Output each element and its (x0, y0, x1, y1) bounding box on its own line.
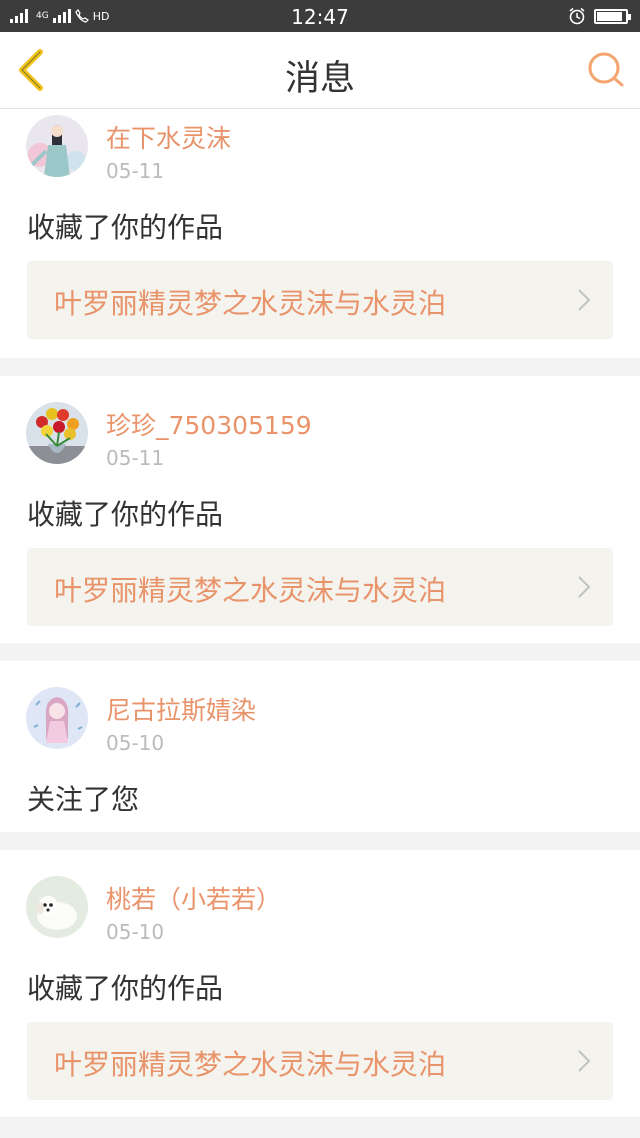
chevron-right-icon (578, 1050, 591, 1072)
battery-level (597, 11, 623, 21)
work-title: 叶罗丽精灵梦之水灵沫与水灵泊 (54, 1048, 447, 1081)
timestamp: 05-11 (106, 446, 165, 470)
username[interactable]: 桃若（小若若） (106, 880, 281, 916)
action-text: 收藏了你的作品 (27, 211, 224, 244)
chevron-right-icon (578, 289, 591, 311)
avatar[interactable] (26, 402, 88, 464)
status-time: 12:47 (291, 5, 349, 29)
username[interactable]: 在下水灵沫 (106, 119, 231, 155)
notification-card[interactable]: 桃若（小若若） 05-10 收藏了你的作品 叶罗丽精灵梦之水灵沫与水灵泊 (0, 850, 640, 1117)
work-link[interactable]: 叶罗丽精灵梦之水灵沫与水灵泊 (27, 1022, 613, 1100)
timestamp: 05-10 (106, 920, 165, 944)
avatar[interactable] (26, 876, 88, 938)
work-title: 叶罗丽精灵梦之水灵沫与水灵泊 (54, 574, 447, 607)
work-link[interactable]: 叶罗丽精灵梦之水灵沫与水灵泊 (27, 261, 613, 339)
status-right (568, 6, 631, 26)
avatar[interactable] (26, 115, 88, 177)
timestamp: 05-11 (106, 159, 165, 183)
username[interactable]: 珍珍_750305159 (106, 406, 312, 442)
notification-card[interactable]: 在下水灵沫 05-11 收藏了你的作品 叶罗丽精灵梦之水灵沫与水灵泊 (0, 109, 640, 358)
battery-icon (594, 8, 631, 24)
status-bar: 4G HD 12:47 (0, 0, 640, 32)
chevron-right-icon (578, 576, 591, 598)
action-text: 关注了您 (27, 783, 140, 816)
notification-card[interactable]: 尼古拉斯婧染 05-10 关注了您 (0, 661, 640, 832)
alarm-icon (569, 7, 585, 25)
username[interactable]: 尼古拉斯婧染 (106, 691, 256, 727)
search-icon (588, 52, 624, 87)
avatar[interactable] (26, 687, 88, 749)
notification-list[interactable]: 在下水灵沫 05-11 收藏了你的作品 叶罗丽精灵梦之水灵沫与水灵泊 珍珍_75… (0, 109, 640, 1138)
search-button[interactable] (586, 50, 626, 90)
work-link[interactable]: 叶罗丽精灵梦之水灵沫与水灵泊 (27, 548, 613, 626)
work-title: 叶罗丽精灵梦之水灵沫与水灵泊 (54, 287, 447, 320)
notification-card[interactable]: 珍珍_750305159 05-11 收藏了你的作品 叶罗丽精灵梦之水灵沫与水灵… (0, 376, 640, 643)
action-text: 收藏了你的作品 (27, 498, 224, 531)
action-text: 收藏了你的作品 (27, 972, 224, 1005)
header-bar: 消息 (0, 32, 640, 109)
timestamp: 05-10 (106, 731, 165, 755)
page-title: 消息 (284, 59, 355, 99)
